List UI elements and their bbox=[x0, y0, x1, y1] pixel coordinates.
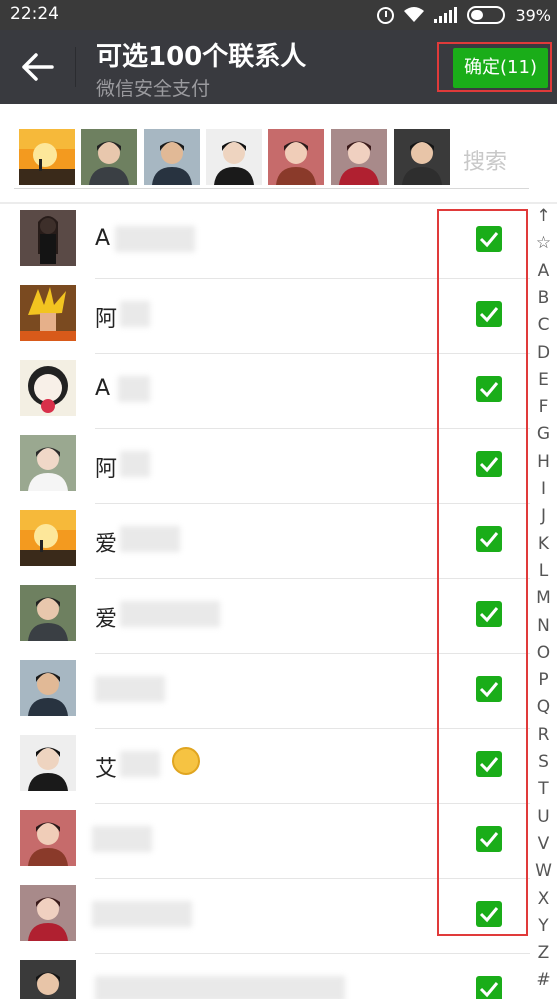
contact-avatar bbox=[20, 285, 76, 341]
index-letter[interactable]: J bbox=[530, 506, 557, 526]
name-redaction bbox=[92, 826, 152, 852]
contact-avatar bbox=[20, 735, 76, 791]
selected-avatar[interactable] bbox=[331, 129, 387, 185]
selected-avatar[interactable] bbox=[19, 129, 75, 185]
arrow-left-icon[interactable] bbox=[20, 50, 56, 84]
index-letter[interactable]: Q bbox=[530, 697, 557, 717]
contact-name: 爱 bbox=[95, 532, 118, 557]
wifi-icon bbox=[404, 7, 425, 22]
contact-name: A bbox=[95, 376, 111, 401]
name-redaction bbox=[120, 601, 220, 627]
selected-avatar[interactable] bbox=[81, 129, 137, 185]
index-letter[interactable]: M bbox=[530, 588, 557, 608]
index-letter[interactable]: N bbox=[530, 616, 557, 636]
index-letter[interactable]: G bbox=[530, 424, 557, 444]
alarm-icon bbox=[377, 6, 395, 24]
contact-name: A bbox=[95, 226, 111, 251]
name-redaction bbox=[120, 301, 150, 327]
contact-avatar bbox=[20, 210, 76, 266]
index-letter[interactable]: T bbox=[530, 779, 557, 799]
status-bar: 22:24 39% bbox=[0, 0, 557, 30]
index-letter[interactable]: O bbox=[530, 643, 557, 663]
index-letter[interactable]: ↑ bbox=[530, 206, 557, 226]
index-letter[interactable]: C bbox=[530, 315, 557, 335]
name-redaction bbox=[92, 901, 192, 927]
selected-contacts-strip: 搜索 bbox=[0, 104, 557, 204]
search-underline bbox=[14, 188, 529, 189]
index-letter[interactable]: S bbox=[530, 752, 557, 772]
index-letter[interactable]: W bbox=[530, 861, 557, 881]
battery-icon bbox=[467, 6, 506, 24]
contact-avatar bbox=[20, 585, 76, 641]
name-redaction bbox=[95, 676, 165, 702]
name-redaction bbox=[120, 451, 150, 477]
index-letter[interactable]: X bbox=[530, 889, 557, 909]
index-letter[interactable]: P bbox=[530, 670, 557, 690]
contact-avatar bbox=[20, 810, 76, 866]
contact-name: 阿 bbox=[95, 307, 118, 332]
confirm-highlight: 确定(11) bbox=[437, 42, 552, 92]
alphabet-index[interactable]: ↑ ☆ A B C D E F G H I J K L M N O P Q R S T U V W X Y Z # bbox=[530, 206, 557, 999]
index-letter[interactable]: U bbox=[530, 807, 557, 827]
selected-avatar[interactable] bbox=[206, 129, 262, 185]
battery-percent: 39% bbox=[515, 5, 551, 25]
contact-row[interactable] bbox=[0, 954, 530, 999]
index-letter[interactable]: K bbox=[530, 534, 557, 554]
index-letter[interactable]: R bbox=[530, 725, 557, 745]
contact-avatar bbox=[20, 510, 76, 566]
index-letter[interactable]: ☆ bbox=[530, 233, 557, 253]
page-title: 可选100个联系人 bbox=[96, 42, 307, 72]
index-letter[interactable]: E bbox=[530, 370, 557, 390]
selected-avatar[interactable] bbox=[268, 129, 324, 185]
name-redaction bbox=[120, 526, 180, 552]
contact-avatar bbox=[20, 885, 76, 941]
index-letter[interactable]: I bbox=[530, 479, 557, 499]
checkbox-checked-icon[interactable] bbox=[476, 976, 502, 999]
confirm-button[interactable]: 确定(11) bbox=[453, 48, 548, 88]
status-icons: 39% bbox=[377, 4, 551, 26]
index-letter[interactable]: Y bbox=[530, 916, 557, 936]
page-subtitle: 微信安全支付 bbox=[96, 78, 211, 100]
contact-name: 阿 bbox=[95, 457, 118, 482]
search-input[interactable]: 搜索 bbox=[463, 144, 507, 176]
status-time: 22:24 bbox=[10, 4, 59, 24]
index-letter[interactable]: A bbox=[530, 261, 557, 281]
title-bar: 可选100个联系人 微信安全支付 确定(11) bbox=[0, 30, 557, 104]
name-redaction bbox=[118, 376, 150, 402]
contact-avatar bbox=[20, 660, 76, 716]
selected-avatar[interactable] bbox=[144, 129, 200, 185]
name-redaction bbox=[95, 976, 345, 999]
selected-avatar[interactable] bbox=[394, 129, 450, 185]
name-redaction bbox=[115, 226, 195, 252]
index-letter[interactable]: Z bbox=[530, 943, 557, 963]
emoji-icon bbox=[172, 747, 200, 775]
index-letter[interactable]: F bbox=[530, 397, 557, 417]
signal-icon bbox=[434, 7, 458, 23]
header-divider bbox=[75, 47, 76, 87]
contact-avatar bbox=[20, 960, 76, 999]
index-letter[interactable]: B bbox=[530, 288, 557, 308]
contact-name: 爱 bbox=[95, 607, 118, 632]
index-letter[interactable]: D bbox=[530, 343, 557, 363]
index-letter[interactable]: L bbox=[530, 561, 557, 581]
contact-avatar bbox=[20, 435, 76, 491]
index-letter[interactable]: # bbox=[530, 970, 557, 990]
name-redaction bbox=[120, 751, 160, 777]
contact-avatar bbox=[20, 360, 76, 416]
contact-name: 艾 bbox=[95, 757, 118, 782]
checkbox-highlight bbox=[437, 209, 528, 936]
index-letter[interactable]: H bbox=[530, 452, 557, 472]
index-letter[interactable]: V bbox=[530, 834, 557, 854]
